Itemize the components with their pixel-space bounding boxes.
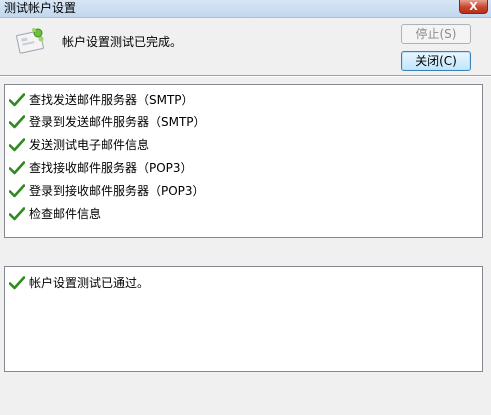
window-title: 测试帐户设置	[4, 1, 77, 15]
close-icon: X	[469, 0, 478, 13]
divider	[0, 75, 491, 77]
status-message: 帐户设置测试已完成。	[62, 35, 183, 49]
test-account-settings-dialog: 测试帐户设置 X 帐户设置测试已完成。 停止(S) 关闭(C) 查找发送邮件服务…	[0, 0, 491, 415]
checkmark-icon	[9, 207, 25, 221]
task-label: 检查邮件信息	[29, 207, 102, 221]
task-label: 查找接收邮件服务器（POP3）	[29, 161, 193, 175]
title-bar[interactable]: 测试帐户设置 X	[0, 0, 491, 18]
checkmark-icon	[9, 184, 25, 198]
result-panel[interactable]: 帐户设置测试已通过。	[4, 266, 483, 372]
task-label: 登录到接收邮件服务器（POP3）	[29, 184, 205, 198]
checkmark-icon	[9, 115, 25, 129]
task-label: 查找发送邮件服务器（SMTP）	[29, 93, 194, 107]
result-label: 帐户设置测试已通过。	[29, 276, 150, 290]
task-label: 发送测试电子邮件信息	[29, 138, 150, 152]
checkmark-icon	[9, 93, 25, 107]
close-button[interactable]: 关闭(C)	[401, 51, 471, 71]
checkmark-icon	[9, 161, 25, 175]
checkmark-icon	[9, 138, 25, 152]
task-list[interactable]: 查找发送邮件服务器（SMTP） 登录到发送邮件服务器（SMTP） 发送测试电子邮…	[4, 84, 483, 238]
account-settings-icon	[16, 28, 44, 54]
checkmark-icon	[9, 276, 25, 290]
stop-button[interactable]: 停止(S)	[401, 24, 471, 44]
task-label: 登录到发送邮件服务器（SMTP）	[29, 115, 206, 129]
window-close-button[interactable]: X	[459, 0, 488, 14]
